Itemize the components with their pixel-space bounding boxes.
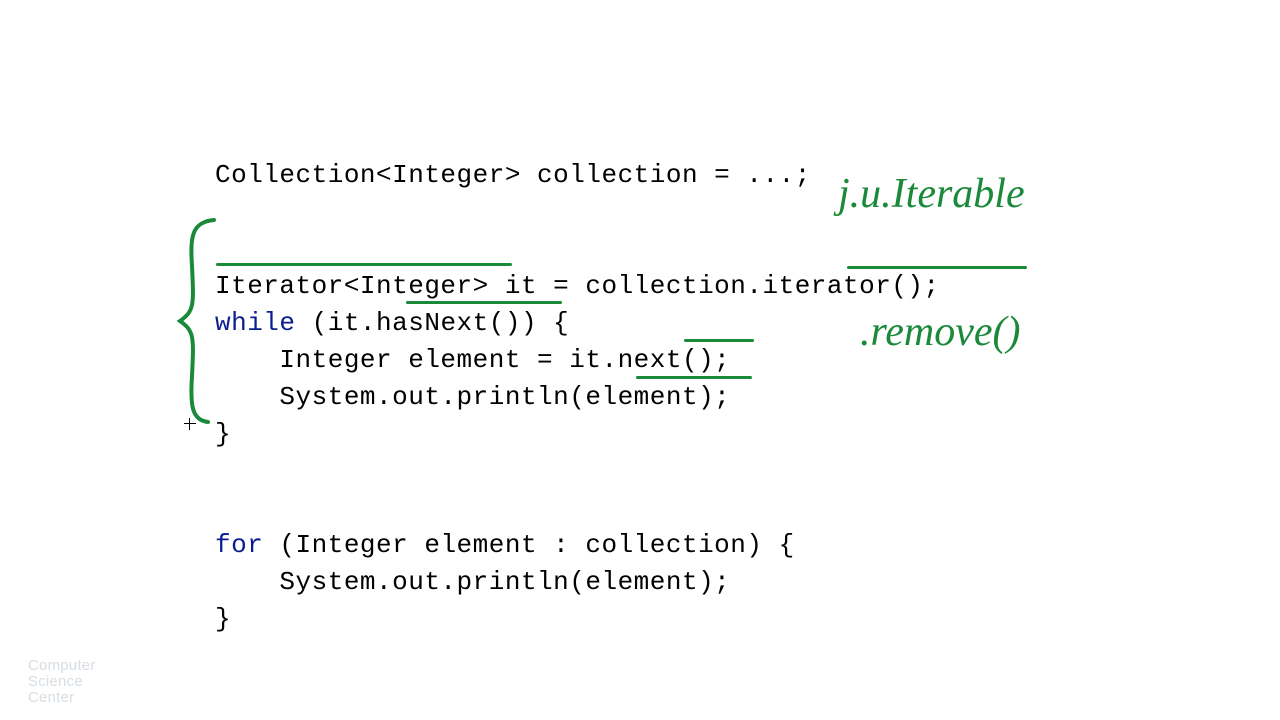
code-line-6: System.out.println(element); xyxy=(215,382,730,412)
underline-iterator-type xyxy=(216,263,512,266)
logo-line-3: Center xyxy=(28,690,95,706)
code-line-9-rest: (Integer element : collection) { xyxy=(263,530,794,560)
underline-hasnext xyxy=(406,301,562,304)
code-line-4-rest: (it.hasNext()) { xyxy=(296,308,570,338)
underline-iterator-call xyxy=(847,266,1027,269)
code-line-3: Iterator<Integer> it = collection.iterat… xyxy=(215,271,940,301)
annotation-iterable: j.u.Iterable xyxy=(838,170,1025,218)
cursor-icon xyxy=(184,418,196,430)
code-block: Collection<Integer> collection = ...; It… xyxy=(215,120,940,638)
code-line-5: Integer element = it.next(); xyxy=(215,345,730,375)
brace-annotation xyxy=(172,216,222,426)
code-line-1: Collection<Integer> collection = ...; xyxy=(215,160,811,190)
code-line-10: System.out.println(element); xyxy=(215,567,730,597)
keyword-while: while xyxy=(215,308,296,338)
logo: Computer Science Center xyxy=(28,658,95,706)
underline-next xyxy=(684,339,754,342)
logo-line-1: Computer xyxy=(28,658,95,674)
underline-element xyxy=(636,376,752,379)
code-line-11: } xyxy=(215,604,231,634)
annotation-remove: .remove() xyxy=(860,308,1021,356)
keyword-for: for xyxy=(215,530,263,560)
logo-line-2: Science xyxy=(28,674,95,690)
